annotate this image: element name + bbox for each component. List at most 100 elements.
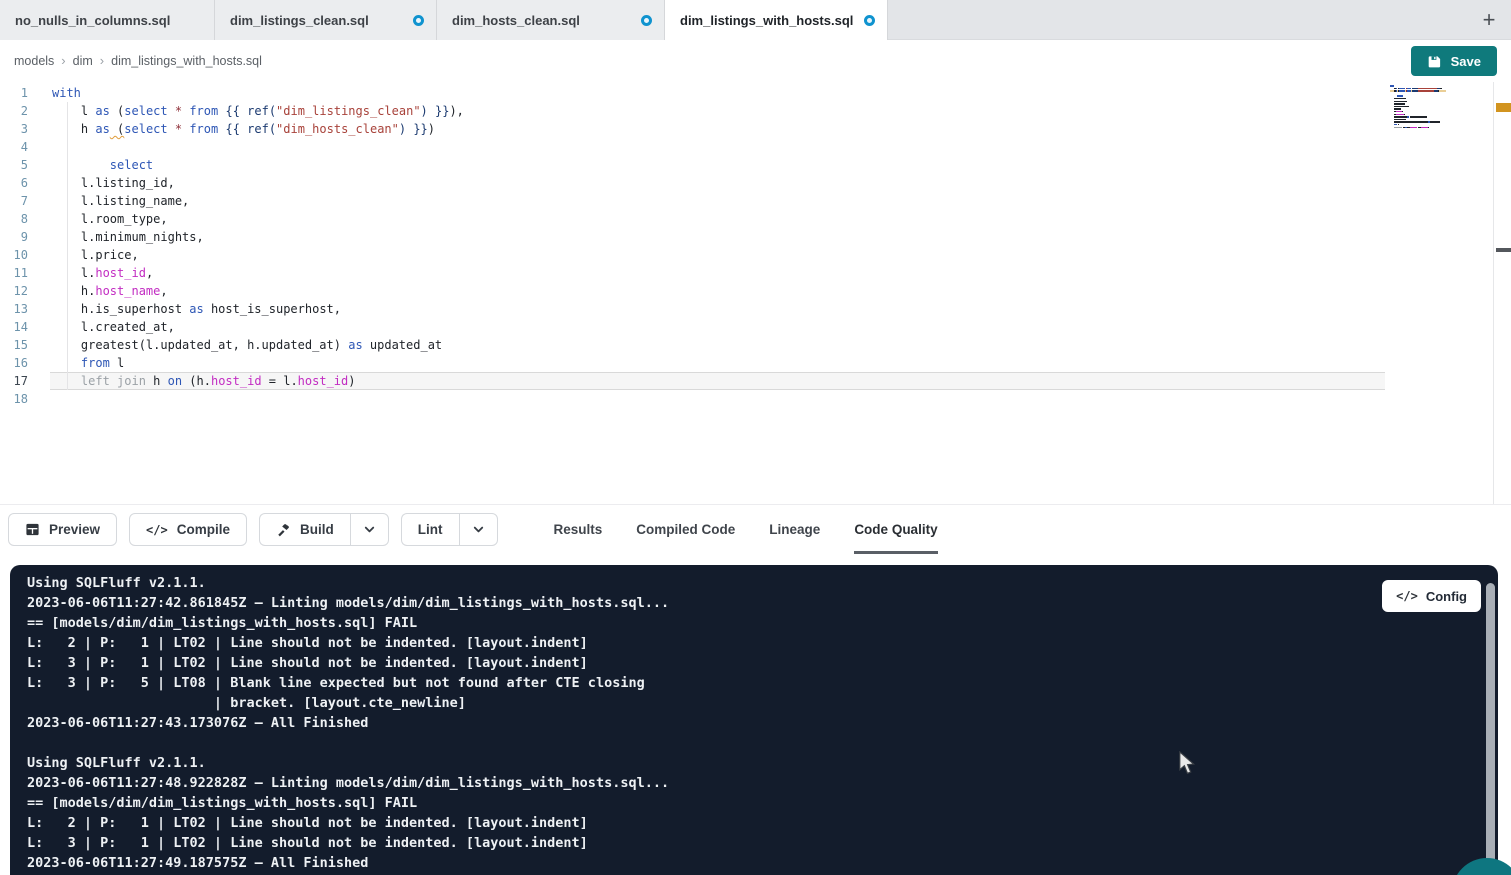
preview-button[interactable]: Preview — [8, 513, 117, 546]
scrollbar-cursor-marker — [1496, 248, 1511, 252]
ide-window: no_nulls_in_columns.sql dim_listings_clea… — [0, 0, 1511, 875]
code-line[interactable]: 16 from l — [0, 354, 1385, 372]
code-line[interactable]: 11 l.host_id, — [0, 264, 1385, 282]
code-line[interactable]: 15 greatest(l.updated_at, h.updated_at) … — [0, 336, 1385, 354]
terminal-line: | bracket. [layout.cte_newline] — [10, 693, 1498, 713]
code-line[interactable]: 6 l.listing_id, — [0, 174, 1385, 192]
code-line-text — [50, 390, 1385, 408]
file-tab[interactable]: dim_listings_with_hosts.sql — [665, 0, 888, 40]
result-tabs: Results Compiled Code Lineage Code Quality — [554, 505, 938, 554]
minimap-line — [1390, 103, 1446, 105]
code-line-text: h.host_name, — [50, 282, 1385, 300]
code-line[interactable]: 13 h.is_superhost as host_is_superhost, — [0, 300, 1385, 318]
preview-button-label: Preview — [49, 522, 100, 537]
terminal-line: Using SQLFluff v2.1.1. — [10, 573, 1498, 593]
minimap[interactable] — [1390, 85, 1446, 132]
line-number: 17 — [0, 372, 50, 390]
code-line-text: with — [50, 84, 1385, 102]
minimap-line — [1390, 95, 1446, 97]
lint-dropdown-button[interactable] — [459, 513, 498, 546]
code-line-text: l.created_at, — [50, 318, 1385, 336]
result-tab-compiled-code[interactable]: Compiled Code — [636, 505, 735, 554]
code-line[interactable]: 9 l.minimum_nights, — [0, 228, 1385, 246]
line-number: 2 — [0, 102, 50, 120]
code-line[interactable]: 8 l.room_type, — [0, 210, 1385, 228]
code-line[interactable]: 4 — [0, 138, 1385, 156]
new-tab-button[interactable]: + — [1467, 0, 1511, 39]
build-button-group: Build — [259, 513, 389, 546]
scrollbar-lint-marker — [1496, 103, 1511, 112]
minimap-line — [1390, 129, 1446, 131]
action-bar: Preview </> Compile Build L — [0, 504, 1511, 554]
compile-button[interactable]: </> Compile — [129, 513, 247, 546]
breadcrumb-item[interactable]: models — [14, 54, 54, 68]
terminal-line: L: 2 | P: 1 | LT02 | Line should not be … — [10, 813, 1498, 833]
file-tab-bar: no_nulls_in_columns.sql dim_listings_clea… — [0, 0, 1511, 40]
code-line-text: l.listing_name, — [50, 192, 1385, 210]
code-line-text: left join h on (h.host_id = l.host_id) — [50, 372, 1385, 390]
code-line[interactable]: 7 l.listing_name, — [0, 192, 1385, 210]
file-tab-label: dim_hosts_clean.sql — [452, 13, 580, 28]
code-line[interactable]: 12 h.host_name, — [0, 282, 1385, 300]
config-button[interactable]: </> Config — [1382, 580, 1481, 612]
code-line[interactable]: 5 select — [0, 156, 1385, 174]
breadcrumb-item[interactable]: dim_listings_with_hosts.sql — [111, 54, 262, 68]
save-button-label: Save — [1451, 54, 1481, 69]
breadcrumb-bar: models›dim›dim_listings_with_hosts.sql S… — [0, 40, 1511, 82]
terminal-line: 2023-06-06T11:27:43.173076Z — All Finish… — [10, 713, 1498, 733]
lint-button[interactable]: Lint — [401, 513, 459, 546]
result-tab-results[interactable]: Results — [554, 505, 603, 554]
unsaved-indicator-icon — [641, 15, 652, 26]
result-tab-code-quality[interactable]: Code Quality — [854, 505, 937, 554]
breadcrumb: models›dim›dim_listings_with_hosts.sql — [14, 52, 262, 70]
terminal-line: L: 3 | P: 1 | LT02 | Line should not be … — [10, 653, 1498, 673]
line-number: 16 — [0, 354, 50, 372]
terminal-line: 2023-06-06T11:27:49.187575Z — All Finish… — [10, 853, 1498, 873]
code-editor[interactable]: 1with2 l as (select * from {{ ref("dim_l… — [0, 82, 1511, 504]
line-number: 13 — [0, 300, 50, 318]
terminal-scrollbar[interactable] — [1486, 583, 1495, 875]
code-line-text: h as (select * from {{ ref("dim_hosts_cl… — [50, 120, 1385, 138]
code-line-text: greatest(l.updated_at, h.updated_at) as … — [50, 336, 1385, 354]
breadcrumb-item[interactable]: dim — [73, 54, 93, 68]
code-line[interactable]: 14 l.created_at, — [0, 318, 1385, 336]
file-tab[interactable]: dim_listings_clean.sql — [215, 0, 437, 40]
code-icon: </> — [146, 523, 168, 537]
code-line-text: l.listing_id, — [50, 174, 1385, 192]
line-number: 15 — [0, 336, 50, 354]
build-dropdown-button[interactable] — [350, 513, 389, 546]
code-line[interactable]: 3 h as (select * from {{ ref("dim_hosts_… — [0, 120, 1385, 138]
file-tab-label: dim_listings_clean.sql — [230, 13, 369, 28]
table-icon — [25, 522, 40, 537]
code-line[interactable]: 10 l.price, — [0, 246, 1385, 264]
code-line-text: l as (select * from {{ ref("dim_listings… — [50, 102, 1385, 120]
code-line-text: l.price, — [50, 246, 1385, 264]
build-button-label: Build — [300, 522, 334, 537]
result-tab-lineage[interactable]: Lineage — [769, 505, 820, 554]
code-line-text: l.room_type, — [50, 210, 1385, 228]
code-line[interactable]: 18 — [0, 390, 1385, 408]
code-line[interactable]: 17 left join h on (h.host_id = l.host_id… — [0, 372, 1385, 390]
line-number: 4 — [0, 138, 50, 156]
minimap-line — [1390, 124, 1446, 126]
file-tab[interactable]: no_nulls_in_columns.sql — [0, 0, 215, 40]
line-number: 8 — [0, 210, 50, 228]
minimap-line — [1390, 121, 1446, 123]
save-button[interactable]: Save — [1411, 46, 1497, 76]
code-line-text — [50, 138, 1385, 156]
minimap-line — [1390, 127, 1446, 129]
build-button[interactable]: Build — [259, 513, 350, 546]
code-line[interactable]: 1with — [0, 84, 1385, 102]
line-number: 5 — [0, 156, 50, 174]
unsaved-indicator-icon — [864, 15, 875, 26]
line-number: 10 — [0, 246, 50, 264]
minimap-line — [1390, 106, 1446, 108]
line-number: 3 — [0, 120, 50, 138]
terminal-line: == [models/dim/dim_listings_with_hosts.s… — [10, 613, 1498, 633]
file-tab[interactable]: dim_hosts_clean.sql — [437, 0, 665, 40]
minimap-line — [1390, 85, 1446, 87]
file-tabs: no_nulls_in_columns.sql dim_listings_clea… — [0, 0, 888, 39]
code-line[interactable]: 2 l as (select * from {{ ref("dim_listin… — [0, 102, 1385, 120]
plus-icon: + — [1483, 7, 1496, 33]
code-icon: </> — [1396, 589, 1418, 603]
